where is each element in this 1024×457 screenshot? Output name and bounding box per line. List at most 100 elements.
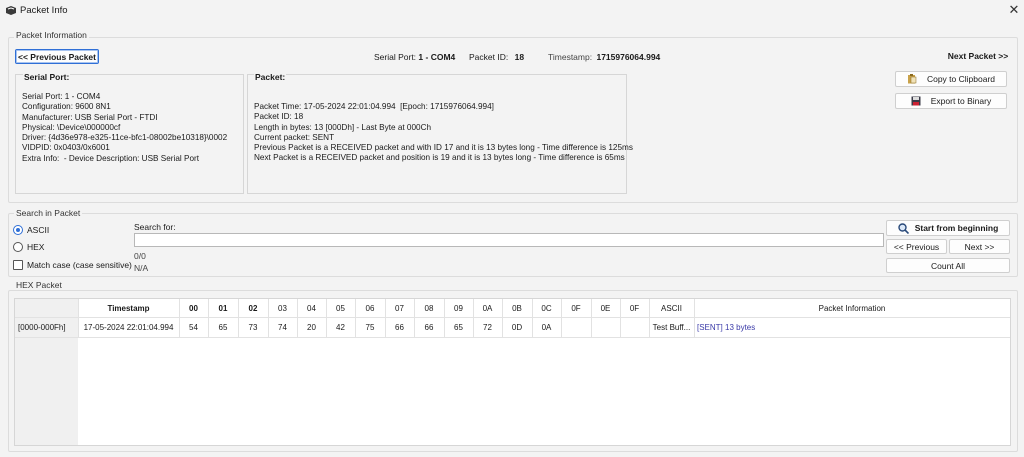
header-byte-col: 0B [512,304,522,313]
serial-port-panel: Serial Port: Serial Port: 1 - COM4 Confi… [15,72,244,194]
title-bar: Packet Info ✕ [0,0,1024,20]
packet-information-label: Packet Information [14,30,89,40]
header-packet-id: Packet ID: 18 [469,52,524,62]
header-byte-col: 0E [600,304,611,313]
hex-grid[interactable]: Timestamp 00 01 02 03 04 05 06 07 08 09 … [14,298,1011,446]
serial-port-label: Serial Port: [374,52,417,62]
header-byte-col: 0A [482,304,493,313]
search-status: N/A [134,263,149,273]
timestamp-label: Timestamp: [548,52,593,62]
serial-port-details: Serial Port: 1 - COM4 Configuration: 960… [22,92,227,164]
serial-line: Extra Info: - Device Description: USB Se… [22,153,200,163]
serial-line: Serial Port: 1 - COM4 [22,92,101,101]
start-from-beginning-button[interactable]: Start from beginning [886,220,1010,236]
search-previous-button[interactable]: << Previous [886,239,947,254]
header-byte-col: 0C [541,304,552,313]
search-input-value [135,234,137,244]
next-packet-button[interactable]: Next Packet >> [943,51,1013,64]
serial-line: Manufacturer: USB Serial Port - FTDI [22,112,158,122]
serial-port-value: 1 - COM4 [418,52,456,62]
byte-cell[interactable]: 73 [238,323,268,332]
hex-packet-label: HEX Packet [14,280,64,290]
header-byte-col: 00 [189,304,198,313]
search-in-packet-label: Search in Packet [14,208,83,218]
copy-to-clipboard-button[interactable]: Copy to Clipboard [895,71,1007,87]
row-timestamp: 17-05-2024 22:01:04.994 [83,323,174,332]
packet-heading: Packet: [254,72,287,82]
header-byte-col: 0F [629,304,640,313]
row-range: [0000-000Fh] [18,323,66,332]
serial-line: Driver: {4d36e978-e325-11ce-bfc1-08002be… [22,133,228,143]
byte-cell[interactable]: 72 [473,323,502,332]
search-input[interactable] [134,233,884,247]
header-timestamp-col: Timestamp [107,304,150,313]
window-title: Packet Info [20,5,68,16]
header-byte-col: 09 [454,304,463,313]
header-byte-col: 03 [278,304,287,313]
byte-cell[interactable]: 42 [326,323,355,332]
hex-radio[interactable] [13,242,23,252]
hex-radio-option[interactable]: HEX [13,241,44,253]
match-case-label: Match case (case sensitive) [27,260,132,270]
row-ascii: Test Buff... [652,323,691,332]
previous-packet-button[interactable]: << Previous Packet [15,49,99,64]
serial-line: Physical: \Device\000000cf [22,122,121,132]
serial-line: VIDPID: 0x0403/0x6001 [22,143,110,153]
match-case-checkbox[interactable] [13,260,23,270]
header-timestamp: Timestamp: 1715976064.994 [548,52,660,62]
header-byte-col: 05 [336,304,345,313]
byte-cell[interactable]: 66 [385,323,414,332]
floppy-disk-icon [911,96,921,106]
timestamp-value: 1715976064.994 [596,52,661,62]
packet-line: Next Packet is a RECEIVED packet and pos… [254,153,625,163]
byte-cell[interactable]: 20 [297,323,326,332]
packet-details: Packet Time: 17-05-2024 22:01:04.994 [Ep… [254,102,633,164]
byte-cell[interactable]: 65 [444,323,473,332]
hex-radio-label: HEX [27,242,45,252]
header-byte-col: 04 [307,304,316,313]
header-byte-col: 06 [365,304,375,313]
packet-line: Packet ID: 18 [254,112,304,122]
start-button-label: Start from beginning [914,223,999,233]
ascii-radio-option[interactable]: ASCII [13,224,49,236]
packet-id-label: Packet ID: [469,52,509,62]
byte-cell[interactable]: 0D [502,323,532,332]
match-count: 0/0 [134,251,146,261]
close-icon[interactable]: ✕ [1006,2,1022,18]
packet-id-value: 18 [514,52,525,62]
byte-cell[interactable]: 65 [208,323,238,332]
packet-line: Length in bytes: 13 [000Dh] - Last Byte … [254,122,432,132]
packet-line: Current packet: SENT [254,132,335,142]
packet-panel: Packet: Packet Time: 17-05-2024 22:01:04… [247,72,633,194]
search-next-button[interactable]: Next >> [949,239,1010,254]
search-for-label: Search for: [134,222,176,232]
byte-cell[interactable]: 74 [268,323,297,332]
copy-button-label: Copy to Clipboard [926,74,996,84]
ascii-radio-label: ASCII [27,225,50,235]
ascii-radio[interactable] [13,225,23,235]
header-byte-col: 08 [424,304,434,313]
header-serial-port: Serial Port: 1 - COM4 [374,52,455,62]
packet-line: Previous Packet is a RECEIVED packet and… [254,143,633,153]
app-icon [5,4,17,16]
serial-line: Configuration: 9600 8N1 [22,102,111,112]
byte-cell[interactable]: 75 [355,323,385,332]
header-byte-col: 02 [248,304,258,313]
count-all-button[interactable]: Count All [886,258,1010,273]
table-row[interactable]: [0000-000Fh] 17-05-2024 22:01:04.994 54 … [15,318,1010,337]
byte-cell[interactable]: 0A [532,323,561,332]
serial-port-heading: Serial Port: [23,72,71,82]
magnifier-icon [898,222,909,234]
header-ascii-col: ASCII [661,304,682,313]
clipboard-icon [907,74,917,84]
header-packet-info-col: Packet Information [818,304,886,313]
packet-line: Packet Time: 17-05-2024 22:01:04.994 [Ep… [254,102,494,111]
export-to-binary-button[interactable]: Export to Binary [895,93,1007,109]
byte-cell[interactable]: 54 [179,323,208,332]
row-packet-info: [SENT] 13 bytes [697,323,756,332]
export-button-label: Export to Binary [930,96,992,106]
byte-cell[interactable]: 66 [414,323,444,332]
match-case-option[interactable]: Match case (case sensitive) [13,259,132,271]
header-byte-col: 07 [395,304,404,313]
header-byte-col: 0F [571,304,581,313]
